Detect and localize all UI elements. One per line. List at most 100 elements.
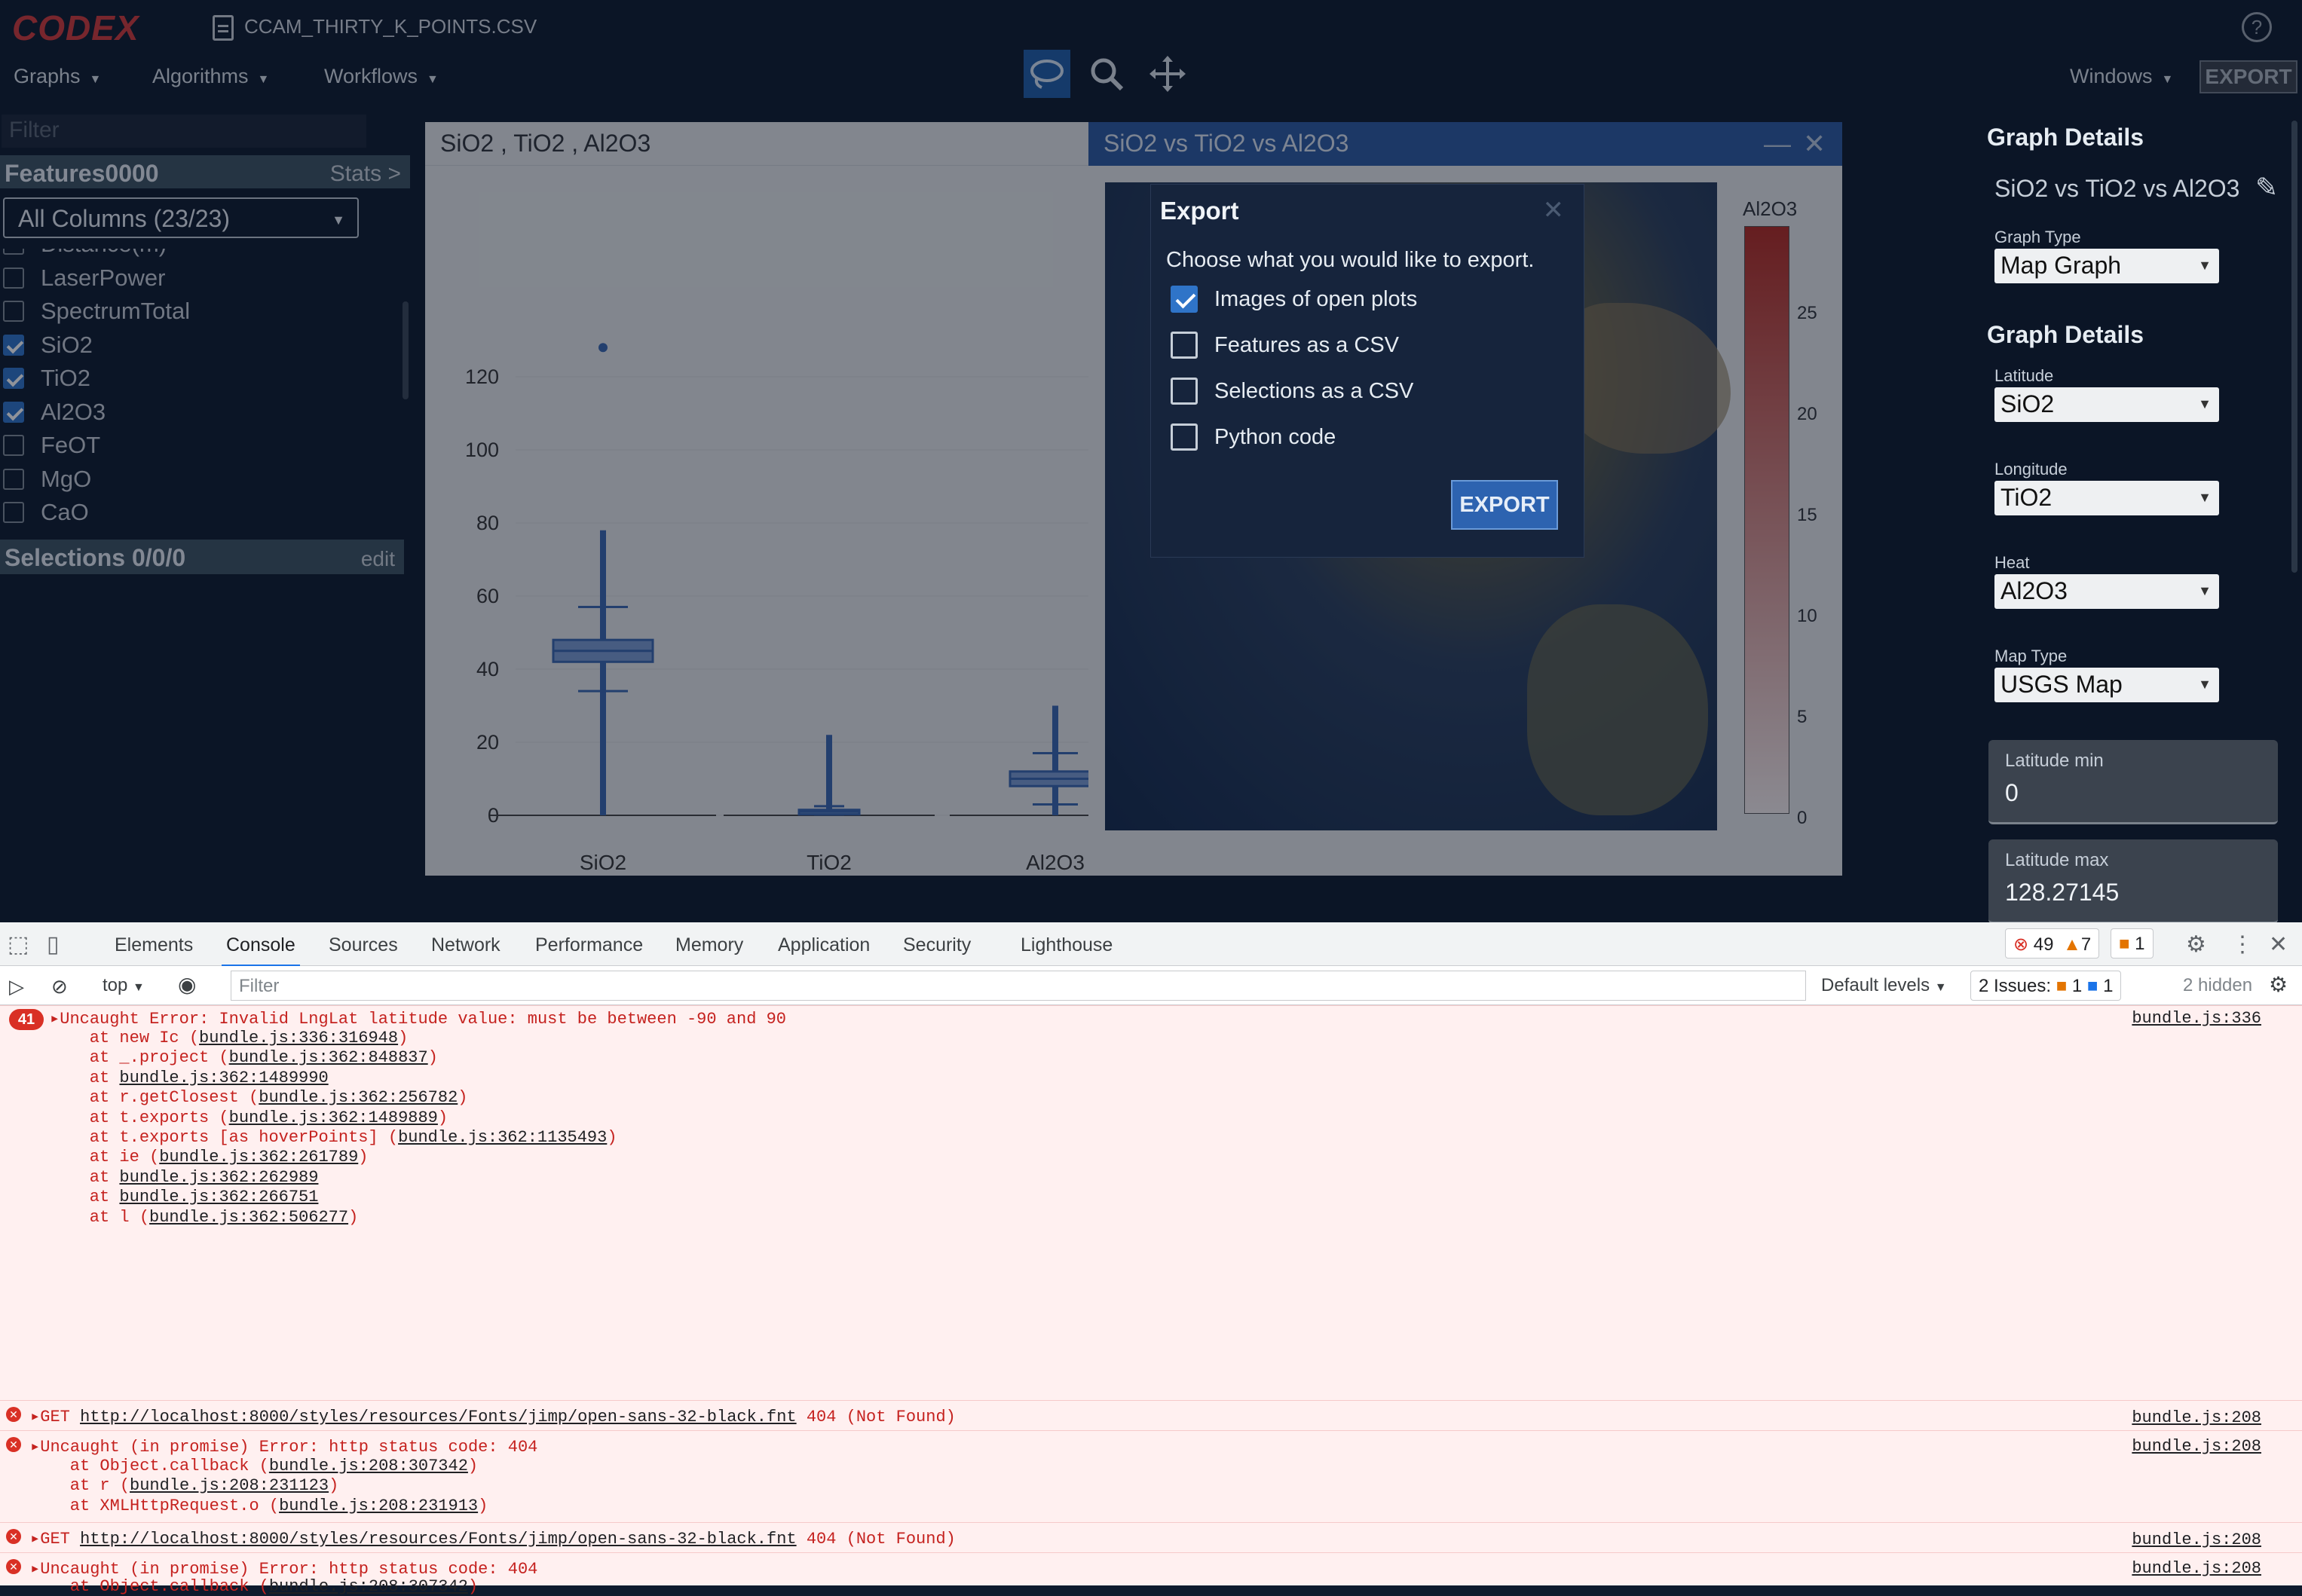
export-dialog-prompt: Choose what you would like to export. xyxy=(1166,248,1535,272)
latitude-max-value: 128.27145 xyxy=(2005,879,2120,906)
log-text: ) xyxy=(329,1476,339,1496)
export-option-checkbox[interactable] xyxy=(1171,332,1198,359)
error-message: ▸Uncaught (in promise) Error: http statu… xyxy=(30,1559,537,1579)
log-text: ) xyxy=(437,1108,448,1127)
log-source-link[interactable]: bundle.js:208 xyxy=(2132,1530,2261,1549)
export-dialog-title: Export xyxy=(1160,197,1239,225)
devtools-tab-network[interactable]: Network xyxy=(431,934,501,956)
stack-link[interactable]: bundle.js:362:1489889 xyxy=(229,1108,438,1127)
error-icon: ✕ xyxy=(6,1407,21,1422)
error-count: 49 xyxy=(2033,934,2054,955)
log-source-link[interactable]: bundle.js:208 xyxy=(2132,1559,2261,1578)
stack-link[interactable]: bundle.js:362:256782 xyxy=(259,1088,458,1107)
info-count-badge[interactable]: ■ 1 xyxy=(2111,928,2154,959)
gear-icon[interactable]: ⚙ xyxy=(2186,931,2206,958)
log-source-link[interactable]: bundle.js:336 xyxy=(2132,1009,2261,1028)
stack-frame: at ie (bundle.js:362:261789) xyxy=(50,1148,369,1166)
log-levels-select[interactable]: Default levels ▼ xyxy=(1821,975,1947,996)
stack-link[interactable]: bundle.js:362:1489990 xyxy=(119,1069,328,1087)
more-options-icon[interactable]: ⋮ xyxy=(2231,931,2254,958)
export-option-checkbox[interactable] xyxy=(1171,286,1198,313)
stack-link[interactable]: http://localhost:8000/styles/resources/F… xyxy=(80,1408,797,1426)
device-toolbar-icon[interactable]: ▯ xyxy=(47,931,60,958)
latitude-max-field[interactable]: Latitude max 128.27145 xyxy=(1988,839,2278,924)
map-type-label: Map Type xyxy=(1994,647,2068,665)
latitude-select[interactable]: SiO2 ▼ xyxy=(1994,387,2219,422)
stack-link[interactable]: bundle.js:336:316948 xyxy=(199,1029,398,1047)
heat-select[interactable]: Al2O3 ▼ xyxy=(1994,574,2219,609)
export-option-label: Python code xyxy=(1214,425,1336,449)
console-error-entry: ✕ ▸Uncaught (in promise) Error: http stat… xyxy=(0,1552,2302,1596)
stack-link[interactable]: bundle.js:362:506277 xyxy=(149,1208,348,1227)
right-panel-scrollbar[interactable] xyxy=(2291,121,2297,573)
devtools-tab-application[interactable]: Application xyxy=(778,934,870,956)
longitude-select[interactable]: TiO2 ▼ xyxy=(1994,481,2219,515)
console-error-entry: 41 ▸Uncaught Error: Invalid LngLat latitu… xyxy=(0,1005,2302,1400)
latitude-min-field[interactable]: Latitude min 0 xyxy=(1988,740,2278,824)
log-source-link[interactable]: bundle.js:208 xyxy=(2132,1408,2261,1427)
stack-link[interactable]: bundle.js:362:848837 xyxy=(229,1048,428,1067)
devtools-tab-performance[interactable]: Performance xyxy=(535,934,643,956)
stack-link[interactable]: bundle.js:362:262989 xyxy=(119,1168,318,1187)
console-error-entry: ✕ ▸GET http://localhost:8000/styles/resou… xyxy=(0,1400,2302,1430)
stack-link[interactable]: bundle.js:208:231123 xyxy=(130,1476,329,1495)
close-icon[interactable]: ✕ xyxy=(2269,931,2288,958)
pencil-icon[interactable]: ✎ xyxy=(2255,172,2278,203)
stack-link[interactable]: http://localhost:8000/styles/resources/F… xyxy=(80,1530,797,1549)
log-text: ) xyxy=(398,1029,409,1047)
stack-link[interactable]: bundle.js:208:231913 xyxy=(279,1497,478,1515)
export-confirm-button[interactable]: EXPORT xyxy=(1451,480,1558,530)
devtools-tab-elements[interactable]: Elements xyxy=(115,934,193,956)
console-error-entry: ✕ ▸GET http://localhost:8000/styles/resou… xyxy=(0,1522,2302,1552)
context-select[interactable]: top ▼ xyxy=(103,975,145,996)
stack-link[interactable]: bundle.js:362:261789 xyxy=(159,1148,358,1166)
stack-frame: at t.exports [as hoverPoints] (bundle.js… xyxy=(50,1128,617,1147)
log-text: ▸Uncaught (in promise) Error: http statu… xyxy=(30,1438,538,1457)
graph-type-select[interactable]: Map Graph ▼ xyxy=(1994,249,2219,283)
stack-link[interactable]: bundle.js:208:307342 xyxy=(269,1577,468,1596)
graph-details-panel: Graph Details SiO2 vs TiO2 vs Al2O3 ✎ Gr… xyxy=(1987,113,2302,924)
devtools-tab-memory[interactable]: Memory xyxy=(675,934,743,956)
log-text: 404 (Not Found) xyxy=(796,1530,956,1549)
info-count: 1 xyxy=(2135,934,2145,954)
stack-frame: at Object.callback (bundle.js:208:307342… xyxy=(30,1457,478,1475)
info-icon: ■ xyxy=(2119,934,2130,954)
log-text: 404 (Not Found) xyxy=(796,1408,956,1426)
info-icon: ■ xyxy=(2086,976,2098,996)
log-text: ▸Uncaught Error: Invalid LngLat latitude… xyxy=(50,1010,787,1029)
graph-details-heading: Graph Details xyxy=(1987,124,2144,151)
chevron-down-icon: ▼ xyxy=(1934,981,1947,994)
issues-button[interactable]: 2 Issues: ■ 1 ■ 1 xyxy=(1970,971,2122,1001)
sidebar-toggle-icon[interactable]: ▷ xyxy=(9,975,24,998)
map-type-select[interactable]: USGS Map ▼ xyxy=(1994,668,2219,702)
console-error-entry: ✕ ▸Uncaught (in promise) Error: http stat… xyxy=(0,1430,2302,1522)
codex-app: CODEX CCAM_THIRTY_K_POINTS.CSV ? Graphs ▼… xyxy=(0,0,2302,924)
export-option-checkbox[interactable] xyxy=(1171,378,1198,405)
stack-link[interactable]: bundle.js:208:307342 xyxy=(269,1457,468,1475)
log-text: at t.exports ( xyxy=(50,1108,229,1127)
devtools-tab-lighthouse[interactable]: Lighthouse xyxy=(1021,934,1113,956)
log-text: at l ( xyxy=(50,1207,150,1227)
stack-link[interactable]: bundle.js:362:266751 xyxy=(119,1188,318,1206)
gear-icon[interactable]: ⚙ xyxy=(2269,972,2288,997)
inspect-element-icon[interactable]: ⬚ xyxy=(8,931,29,958)
devtools-tabbar: ⬚ ▯ Elements Console Sources Network Perform… xyxy=(0,922,2302,967)
log-text: ) xyxy=(427,1048,438,1068)
log-levels-value: Default levels xyxy=(1821,975,1930,995)
export-option-checkbox[interactable] xyxy=(1171,423,1198,451)
issues-warn-count: 1 xyxy=(2071,976,2083,996)
log-text: at Object.callback ( xyxy=(30,1577,269,1596)
clear-console-icon[interactable]: ⊘ xyxy=(51,975,68,998)
close-icon[interactable]: ✕ xyxy=(1543,195,1565,225)
stack-frame: at bundle.js:362:262989 xyxy=(50,1168,319,1187)
longitude-value: TiO2 xyxy=(2000,484,2053,511)
log-text: at xyxy=(50,1188,120,1207)
stack-link[interactable]: bundle.js:362:1135493 xyxy=(398,1128,607,1147)
devtools-tab-console[interactable]: Console xyxy=(222,934,300,967)
error-warning-counts[interactable]: ⊗ 49 ▲7 xyxy=(2005,928,2100,959)
eye-icon[interactable]: ◉ xyxy=(178,972,196,997)
console-filter-input[interactable]: Filter xyxy=(231,971,1806,1001)
devtools-tab-sources[interactable]: Sources xyxy=(329,934,398,956)
devtools-tab-security[interactable]: Security xyxy=(903,934,971,956)
log-source-link[interactable]: bundle.js:208 xyxy=(2132,1437,2261,1456)
